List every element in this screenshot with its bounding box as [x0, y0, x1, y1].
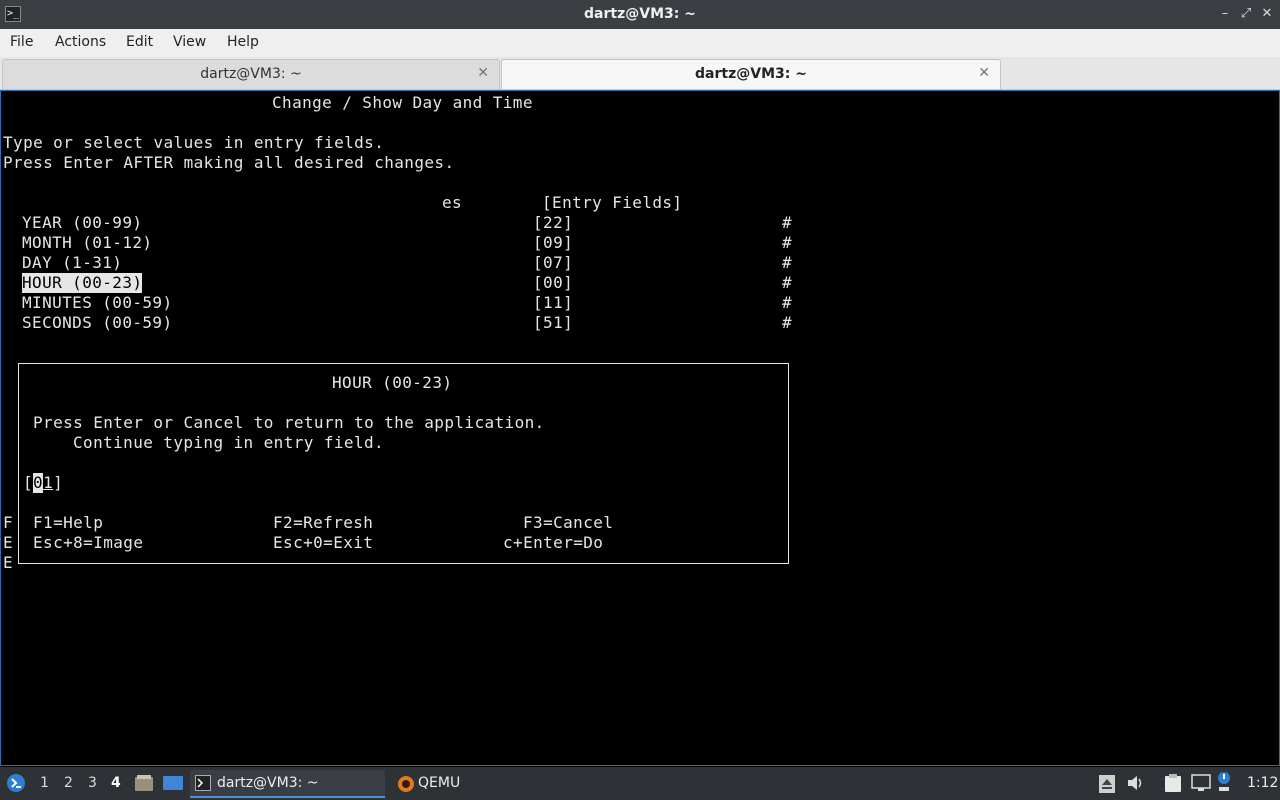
popup-message-1: Press Enter or Cancel to return to the a… — [33, 413, 545, 432]
entry-fields-header: [Entry Fields] — [542, 193, 683, 212]
key-f1-help[interactable]: F1=Help — [33, 513, 103, 533]
instruction-line-1: Type or select values in entry fields. — [3, 133, 385, 152]
field-mark: # — [782, 273, 793, 292]
left-fragment: F — [3, 513, 14, 532]
file-manager-icon[interactable] — [134, 774, 154, 792]
field-label-minutes[interactable]: MINUTES (00-59) — [22, 293, 173, 313]
terminal-area[interactable]: Change / Show Day and Time Type or selec… — [0, 90, 1280, 766]
field-mark: # — [782, 253, 793, 272]
key-f2-refresh[interactable]: F2=Refresh — [273, 513, 373, 533]
entry-value: 1 — [43, 473, 54, 492]
tab-terminal-2[interactable]: dartz@VM3: ~ ✕ — [501, 59, 1001, 89]
task-terminal[interactable]: dartz@VM3: ~ — [190, 770, 385, 798]
popup-title: HOUR (00-23) — [332, 373, 453, 392]
eject-icon[interactable] — [1099, 775, 1115, 793]
field-value-day[interactable]: [07] — [533, 253, 573, 273]
key-f3-cancel[interactable]: F3=Cancel — [523, 513, 613, 533]
field-value-seconds[interactable]: [51] — [533, 313, 573, 333]
task-label: QEMU — [418, 775, 461, 791]
field-label-hour[interactable]: HOUR (00-23) — [22, 273, 143, 293]
instruction-line-2: Press Enter AFTER making all desired cha… — [3, 153, 455, 172]
text-cursor: 0 — [33, 473, 44, 493]
tab-close-icon[interactable]: ✕ — [477, 65, 489, 81]
clipboard-icon[interactable] — [1163, 773, 1183, 793]
field-label-year[interactable]: YEAR (00-99) — [22, 213, 142, 233]
maximize-button[interactable]: ⤢ — [1237, 6, 1255, 22]
field-value-minutes[interactable]: [11] — [533, 293, 573, 313]
tab-label: dartz@VM3: ~ — [200, 66, 302, 82]
workspace-3[interactable]: 3 — [88, 775, 97, 791]
field-mark: # — [782, 313, 793, 332]
menu-actions[interactable]: Actions — [55, 34, 106, 50]
qemu-icon — [398, 776, 414, 792]
start-menu-icon[interactable] — [6, 773, 26, 793]
menu-bar: File Actions Edit View Help — [0, 29, 1280, 57]
bracket-open: [ — [23, 473, 34, 492]
popup-message-2: Continue typing in entry field. — [73, 433, 385, 452]
field-label-seconds[interactable]: SECONDS (00-59) — [22, 313, 173, 333]
popup-entry-field[interactable]: [01] — [23, 473, 63, 493]
tab-terminal-1[interactable]: dartz@VM3: ~ ✕ — [2, 59, 500, 89]
volume-icon[interactable] — [1127, 775, 1145, 791]
taskbar: 1 2 3 4 dartz@VM3: ~ QEMU 1:12 — [0, 767, 1280, 800]
column-fragment: es — [442, 193, 463, 212]
window-titlebar: >_ dartz@VM3: ~ – ⤢ ✕ — [0, 0, 1280, 29]
minimize-button[interactable]: – — [1216, 6, 1234, 22]
task-qemu[interactable]: QEMU — [392, 770, 572, 798]
left-fragment: E — [3, 533, 14, 552]
tab-bar: dartz@VM3: ~ ✕ dartz@VM3: ~ ✕ — [0, 57, 1280, 90]
screen-title: Change / Show Day and Time — [272, 93, 533, 112]
field-mark: # — [782, 213, 793, 232]
key-esc8-image[interactable]: Esc+8=Image — [33, 533, 143, 553]
menu-file[interactable]: File — [10, 34, 33, 50]
tab-label: dartz@VM3: ~ — [695, 66, 807, 82]
field-value-year[interactable]: [22] — [533, 213, 573, 233]
bracket-close: ] — [53, 473, 64, 492]
menu-help[interactable]: Help — [227, 34, 259, 50]
left-fragment: E — [3, 553, 14, 572]
clock[interactable]: 1:12 — [1247, 775, 1278, 791]
key-esc0-exit[interactable]: Esc+0=Exit — [273, 533, 373, 553]
field-mark: # — [782, 293, 793, 312]
field-value-hour[interactable]: [00] — [533, 273, 573, 293]
key-ctrl-enter-do[interactable]: c+Enter=Do — [503, 533, 603, 553]
menu-edit[interactable]: Edit — [126, 34, 153, 50]
task-label: dartz@VM3: ~ — [217, 775, 319, 791]
field-label-month[interactable]: MONTH (01-12) — [22, 233, 152, 253]
notification-icon[interactable] — [1216, 771, 1232, 793]
tab-close-icon[interactable]: ✕ — [978, 65, 990, 81]
workspace-4[interactable]: 4 — [111, 775, 121, 791]
workspace-1[interactable]: 1 — [40, 775, 49, 791]
terminal-icon — [195, 775, 211, 791]
network-icon[interactable] — [1191, 774, 1211, 792]
menu-view[interactable]: View — [173, 34, 206, 50]
field-value-month[interactable]: [09] — [533, 233, 573, 253]
show-desktop-icon[interactable] — [162, 774, 184, 792]
workspace-2[interactable]: 2 — [64, 775, 73, 791]
close-button[interactable]: ✕ — [1258, 6, 1276, 22]
field-label-day[interactable]: DAY (1-31) — [22, 253, 122, 273]
field-mark: # — [782, 233, 793, 252]
hour-popup-dialog: HOUR (00-23) Press Enter or Cancel to re… — [18, 363, 789, 564]
window-title: dartz@VM3: ~ — [584, 6, 696, 22]
